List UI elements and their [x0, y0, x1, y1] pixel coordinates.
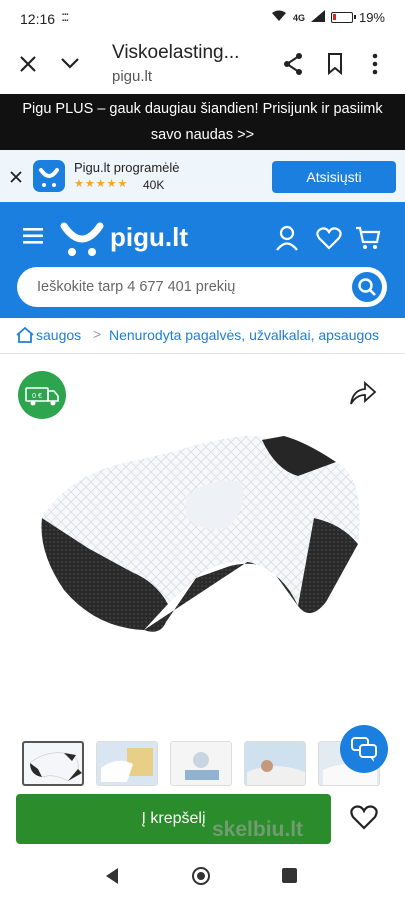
breadcrumb: saugos > Nenurodyta pagalvės, užvalkalai… [0, 318, 405, 354]
page-url[interactable]: pigu.lt [112, 68, 152, 85]
chat-button[interactable] [340, 725, 388, 773]
search-input[interactable] [37, 267, 337, 307]
product-thumbnail[interactable] [170, 741, 232, 786]
product-thumbnail[interactable] [244, 741, 306, 786]
back-icon[interactable] [104, 867, 120, 890]
watermark: skelbiu.lt [212, 818, 304, 841]
app-rating-stars: ★★★★★ [74, 178, 129, 190]
home-icon[interactable] [16, 326, 34, 348]
network-type: 4G [292, 12, 305, 23]
status-bar: 12:16 ▪▪▪ ▪▪▪ 4G 19% [0, 0, 405, 36]
free-delivery-badge: 0 € [18, 371, 66, 419]
more-menu-icon[interactable] [372, 52, 378, 81]
status-right: 4G 19% [271, 10, 385, 25]
promo-banner[interactable]: Pigu PLUS – gauk daugiau šiandien! Prisi… [0, 94, 405, 150]
home-circle-icon[interactable] [191, 866, 211, 891]
download-app-button[interactable]: Atsisiųsti [272, 161, 396, 193]
status-time: 12:16 [20, 11, 56, 27]
system-navigation-bar [0, 850, 405, 900]
notification-icon: ▪▪▪ ▪▪▪ [62, 12, 69, 24]
search-bar [17, 267, 387, 307]
site-logo[interactable]: pigu.lt [110, 222, 188, 253]
banner-close-icon[interactable] [9, 170, 23, 189]
breadcrumb-item[interactable]: saugos [36, 327, 81, 343]
battery-icon [330, 12, 356, 23]
signal-icon [310, 10, 325, 25]
product-thumbnail[interactable] [22, 741, 84, 786]
delivery-price: 0 € [32, 393, 42, 400]
page-title: Viskoelasting... [112, 42, 240, 63]
recents-icon[interactable] [282, 868, 297, 888]
bookmark-icon[interactable] [326, 52, 344, 81]
app-name: Pigu.lt programėlė [74, 160, 180, 175]
share-product-icon[interactable] [349, 380, 377, 412]
search-button[interactable] [352, 272, 382, 302]
chevron-down-icon[interactable] [60, 56, 80, 75]
breadcrumb-item[interactable]: Nenurodyta pagalvės, užvalkalai, apsaugo… [109, 327, 379, 343]
promo-line-2: savo naudas >> [150, 127, 255, 143]
close-icon[interactable] [18, 54, 38, 79]
pigu-logo-icon[interactable] [58, 218, 106, 263]
breadcrumb-separator: > [93, 326, 102, 342]
browser-toolbar: Viskoelasting... pigu.lt [0, 36, 405, 94]
user-icon[interactable] [275, 225, 299, 256]
wishlist-add-icon[interactable] [350, 804, 378, 835]
wifi-icon [271, 10, 287, 25]
app-icon [33, 160, 65, 192]
app-review-count: 40K [143, 178, 165, 192]
share-icon[interactable] [282, 52, 304, 81]
cart-icon[interactable] [355, 225, 381, 256]
hamburger-menu-icon[interactable] [23, 228, 43, 249]
battery-percent: 19% [358, 10, 385, 25]
product-main-image[interactable] [36, 432, 366, 644]
product-thumbnail[interactable] [96, 741, 158, 786]
wishlist-heart-icon[interactable] [316, 226, 342, 255]
promo-line-1: Pigu PLUS – gauk daugiau šiandien! Prisi… [22, 101, 383, 117]
